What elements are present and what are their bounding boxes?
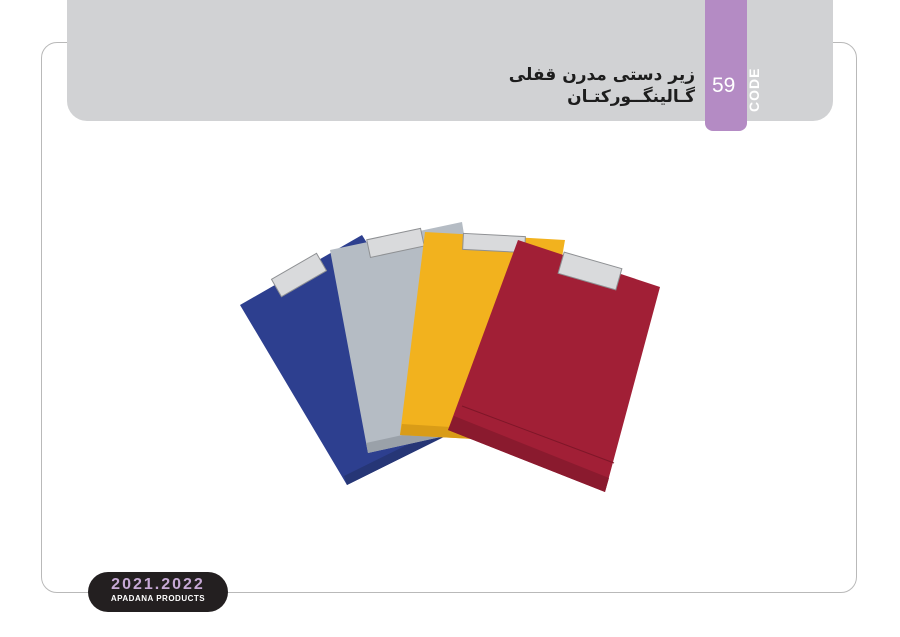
product-title: زیر دستی مدرن قفلی گـالینگــورکتـان (509, 64, 695, 108)
footer-badge: 2021.2022 APADANA PRODUCTS (88, 572, 228, 612)
product-title-line2: گـالینگــورکتـان (567, 87, 695, 107)
code-label: CODE (746, 67, 762, 112)
product-title-line1: زیر دستی مدرن قفلی (508, 65, 695, 85)
footer-brand: APADANA PRODUCTS (110, 594, 206, 603)
code-tab (705, 0, 747, 131)
code-number: 59 (712, 74, 736, 97)
clipboards-product-photo (240, 222, 660, 492)
footer-years: 2021.2022 (111, 576, 205, 593)
